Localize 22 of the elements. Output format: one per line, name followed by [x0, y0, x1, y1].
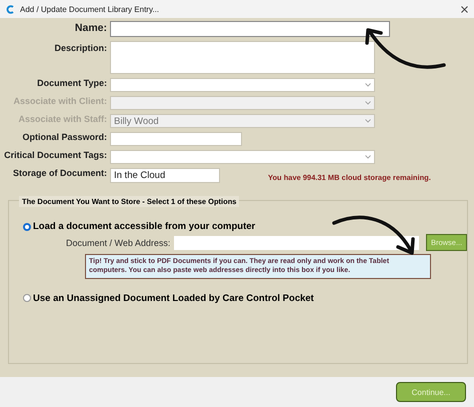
address-field[interactable]	[174, 236, 420, 250]
radio-option[interactable]: Load a document accessible from your computer	[23, 221, 467, 232]
chevron-icon[interactable]	[365, 155, 371, 159]
dropdown[interactable]	[110, 150, 375, 164]
input-field[interactable]: In the Cloud	[110, 168, 220, 183]
radio-button[interactable]	[23, 294, 31, 302]
field-label: Critical Document Tags:	[3, 150, 107, 160]
address-label: Document / Web Address:	[66, 238, 170, 248]
close-icon[interactable]	[461, 6, 468, 12]
radio-button[interactable]	[23, 222, 31, 230]
radio-option[interactable]: Use an Unassigned Document Loaded by Care Control Pocket	[23, 292, 467, 304]
field-label: Optional Password:	[21, 132, 107, 142]
window-title: Add / Update Document Library Entry...	[20, 4, 160, 14]
field-label: Description:	[53, 43, 107, 53]
dropdown[interactable]	[110, 78, 375, 92]
field-label: Document Type:	[36, 78, 107, 88]
app-logo-icon	[6, 4, 14, 14]
chevron-icon[interactable]	[365, 83, 371, 87]
field-label: Name:	[74, 22, 107, 34]
input-field[interactable]	[110, 132, 242, 146]
field-label: Storage of Document:	[12, 168, 107, 178]
input-field[interactable]	[110, 21, 390, 37]
